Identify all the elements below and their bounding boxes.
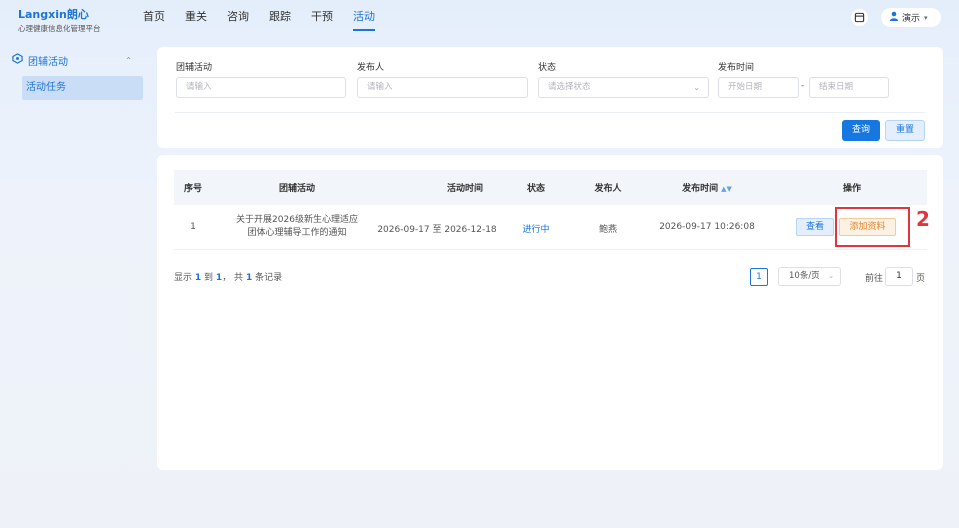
nav-consult[interactable]: 咨询: [227, 10, 249, 31]
publisher-label: 发布人: [357, 63, 385, 73]
user-menu[interactable]: 演示 ▾: [881, 8, 941, 27]
page-size-value: 10条/页: [789, 271, 820, 281]
page-size-select[interactable]: 10条/页 ⌄: [778, 267, 841, 286]
col-activity: 团辅活动: [278, 184, 315, 194]
cell-publish-time: 2026-09-17 10:26:08: [659, 222, 755, 232]
user-icon: [889, 11, 899, 24]
date-separator: -: [801, 81, 805, 91]
page-label: 页: [916, 274, 926, 284]
table-header: 序号 团辅活动 活动时间 状态 发布人 发布时间 ▲▼ 操作: [174, 170, 927, 205]
col-publisher: 发布人: [594, 184, 622, 194]
top-header: Langxin朗心 心理健康信息化管理平台 首页 重关 咨询 跟踪 干预 活动 …: [0, 0, 959, 36]
cell-activity-time: 2026-09-17 至 2026-12-18: [377, 225, 497, 235]
table-row: 1 关于开展2026级新生心理适应 团体心理辅导工作的通知 2026-09-17…: [174, 205, 927, 250]
pg-from: 1: [194, 273, 202, 283]
logo-brand-en: Langxin: [18, 8, 67, 21]
pg-total: 1: [245, 273, 253, 283]
view-button[interactable]: 查看: [796, 218, 834, 236]
end-date-input[interactable]: 结束日期: [809, 77, 889, 98]
start-date-input[interactable]: 开始日期: [718, 77, 799, 98]
annotation-number: 2: [916, 207, 930, 231]
nav-home[interactable]: 首页: [143, 10, 165, 31]
col-index: 序号: [183, 184, 202, 194]
col-publish-time-label: 发布时间: [682, 184, 719, 194]
activity-input[interactable]: 请输入: [176, 77, 346, 98]
main-nav: 首页 重关 咨询 跟踪 干预 活动: [143, 10, 395, 31]
highlight-box: [835, 207, 910, 247]
col-actions: 操作: [842, 184, 861, 194]
cell-status: 进行中: [522, 225, 550, 235]
sidebar-item-activity-task[interactable]: 活动任务: [22, 76, 143, 100]
goto-page-input[interactable]: 1: [885, 267, 913, 286]
pg-total-prefix: ， 共: [222, 273, 244, 283]
reset-button[interactable]: 重置: [885, 120, 925, 141]
col-status: 状态: [526, 184, 545, 194]
status-select-placeholder: 请选择状态: [548, 82, 591, 92]
query-button[interactable]: 查询: [842, 120, 880, 141]
nav-intervene[interactable]: 干预: [311, 10, 333, 31]
chevron-down-icon: ⌄: [693, 83, 700, 92]
nav-track[interactable]: 跟踪: [269, 10, 291, 31]
group-icon: [12, 53, 23, 67]
sort-icon[interactable]: ▲▼: [721, 185, 732, 193]
logo-subtitle: 心理健康信息化管理平台: [18, 24, 101, 33]
calendar-icon[interactable]: [851, 9, 868, 26]
pagination-info: 显示 1 到 1， 共 1 条记录: [174, 270, 282, 283]
pg-to-word: 到: [204, 273, 214, 283]
cell-index: 1: [190, 222, 196, 232]
nav-focus[interactable]: 重关: [185, 10, 207, 31]
col-publish-time[interactable]: 发布时间 ▲▼: [642, 181, 772, 194]
logo-brand: Langxin朗心: [18, 6, 101, 22]
table-panel: 序号 团辅活动 活动时间 状态 发布人 发布时间 ▲▼ 操作 1 关于开展2026…: [157, 155, 943, 470]
pg-suffix: 条记录: [255, 273, 283, 283]
status-select[interactable]: 请选择状态 ⌄: [538, 77, 709, 98]
filter-panel: 团辅活动 请输入 发布人 请输入 状态 请选择状态 ⌄ 发布时间 开始日期 - …: [157, 47, 943, 148]
nav-activity[interactable]: 活动: [353, 10, 375, 31]
activity-label: 团辅活动: [176, 63, 213, 73]
goto-label: 前往: [865, 274, 884, 284]
sidebar-group-label: 团辅活动: [28, 56, 68, 68]
status-label: 状态: [538, 63, 557, 73]
chevron-down-icon: ⌄: [828, 272, 834, 280]
chevron-up-icon[interactable]: ⌃: [125, 56, 132, 65]
sidebar-group-activity[interactable]: 团辅活动 ⌃: [12, 52, 144, 68]
cell-publisher: 鲍燕: [598, 225, 617, 235]
publisher-input[interactable]: 请输入: [357, 77, 528, 98]
publish-time-label: 发布时间: [718, 63, 755, 73]
chevron-down-icon: ▾: [924, 13, 928, 22]
pg-prefix: 显示: [174, 273, 193, 283]
page-number-button[interactable]: 1: [750, 268, 768, 286]
logo-brand-cn: 朗心: [66, 8, 89, 21]
logo: Langxin朗心 心理健康信息化管理平台: [18, 6, 101, 34]
user-name: 演示: [902, 14, 921, 24]
filter-divider: [175, 112, 925, 113]
